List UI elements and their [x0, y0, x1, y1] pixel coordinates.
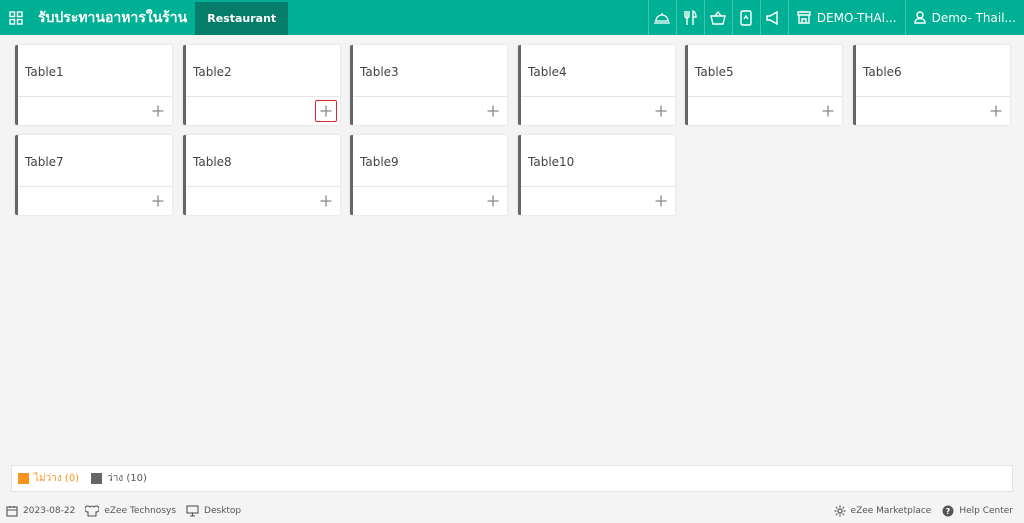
vacant-swatch	[91, 473, 103, 484]
add-order-button[interactable]	[482, 100, 504, 122]
user-menu[interactable]: Demo- Thail...	[904, 0, 1024, 35]
table-card[interactable]: Table10	[518, 135, 675, 215]
legend-occupied-label: ไม่ว่าง (0)	[34, 473, 80, 484]
table-name: Table9	[360, 155, 399, 169]
legend-occupied: ไม่ว่าง (0)	[18, 471, 79, 486]
plus-icon	[990, 105, 1002, 117]
table-name: Table7	[25, 155, 64, 169]
table-name: Table8	[193, 155, 232, 169]
monitor-icon	[186, 504, 199, 517]
card-divider	[521, 96, 675, 97]
marketplace-text: eZee Marketplace	[850, 505, 932, 516]
footer-bar: 2023-08-22 eZee Technosys Desktop eZee M…	[0, 498, 1024, 523]
add-order-button[interactable]	[147, 100, 169, 122]
add-order-button[interactable]	[650, 100, 672, 122]
table-card[interactable]: Table5	[685, 45, 842, 125]
table-name: Table1	[25, 65, 64, 79]
property-selector[interactable]: DEMO-THAI...	[787, 0, 905, 35]
add-order-button[interactable]	[315, 100, 337, 122]
table-name: Table10	[528, 155, 575, 169]
table-card[interactable]: Table8	[183, 135, 340, 215]
legend-vacant: ว่าง (10)	[91, 471, 147, 486]
plus-icon	[152, 105, 164, 117]
add-order-button[interactable]	[147, 190, 169, 212]
property-name: DEMO-THAI...	[816, 10, 897, 25]
help-text: Help Center	[959, 505, 1013, 516]
tab-restaurant[interactable]: Restaurant	[195, 2, 289, 35]
footer-right: eZee Marketplace ? Help Center	[828, 505, 1018, 517]
card-divider	[353, 96, 507, 97]
orders-button[interactable]	[703, 0, 732, 35]
legend-vacant-label: ว่าง (10)	[107, 473, 147, 484]
megaphone-icon	[766, 10, 779, 25]
footer-company: eZee Technosys	[85, 504, 177, 517]
chef-hat-icon	[85, 504, 100, 517]
help-center-link[interactable]: ? Help Center	[942, 505, 1013, 517]
dish-button[interactable]	[647, 0, 676, 35]
gear-icon	[834, 505, 846, 516]
card-divider	[186, 186, 340, 187]
table-card[interactable]: Table7	[15, 135, 172, 215]
card-divider	[18, 186, 172, 187]
dish-icon	[654, 12, 671, 24]
announcement-button[interactable]	[759, 0, 788, 35]
top-bar: รับประทานอาหารในร้าน Restaurant DEMO-THA…	[0, 0, 1024, 35]
plus-icon	[655, 105, 667, 117]
date-text: 2023-08-22	[23, 505, 76, 516]
add-order-button[interactable]	[985, 100, 1007, 122]
calendar-icon	[6, 505, 18, 517]
table-card[interactable]: Table4	[518, 45, 675, 125]
help-icon: ?	[942, 505, 954, 516]
mobile-order-icon	[740, 9, 753, 26]
table-card[interactable]: Table6	[853, 45, 1010, 125]
table-card[interactable]: Table1	[15, 45, 172, 125]
add-order-button[interactable]	[482, 190, 504, 212]
plus-icon	[822, 105, 834, 117]
plus-icon	[152, 195, 164, 207]
store-icon	[797, 11, 811, 24]
svg-text:?: ?	[946, 507, 951, 516]
table-name: Table5	[695, 65, 734, 79]
status-legend: ไม่ว่าง (0) ว่าง (10)	[11, 465, 1013, 492]
apps-menu-button[interactable]	[0, 0, 32, 35]
basket-icon	[710, 10, 727, 25]
page-title: รับประทานอาหารในร้าน	[38, 9, 188, 26]
menu-items-button[interactable]	[675, 0, 704, 35]
card-divider	[186, 96, 340, 97]
user-icon	[913, 11, 926, 24]
mobile-order-button[interactable]	[731, 0, 760, 35]
fork-knife-icon	[684, 9, 698, 25]
plus-icon	[487, 195, 499, 207]
marketplace-link[interactable]: eZee Marketplace	[834, 505, 932, 517]
occupied-swatch	[18, 473, 29, 484]
apps-grid-icon	[9, 10, 23, 25]
table-name: Table3	[360, 65, 399, 79]
card-divider	[688, 96, 842, 97]
card-divider	[521, 186, 675, 187]
footer-date: 2023-08-22	[6, 505, 75, 517]
card-divider	[353, 186, 507, 187]
company-text: eZee Technosys	[104, 505, 177, 516]
device-text: Desktop	[204, 505, 242, 516]
table-card[interactable]: Table3	[350, 45, 507, 125]
plus-icon	[320, 105, 332, 117]
card-divider	[18, 96, 172, 97]
user-name: Demo- Thail...	[931, 10, 1016, 25]
plus-icon	[655, 195, 667, 207]
plus-icon	[487, 105, 499, 117]
add-order-button[interactable]	[315, 190, 337, 212]
table-name: Table2	[193, 65, 232, 79]
table-card[interactable]: Table2	[183, 45, 340, 125]
plus-icon	[320, 195, 332, 207]
table-name: Table6	[863, 65, 902, 79]
add-order-button[interactable]	[817, 100, 839, 122]
card-divider	[856, 96, 1010, 97]
table-card[interactable]: Table9	[350, 135, 507, 215]
table-name: Table4	[528, 65, 567, 79]
footer-device: Desktop	[186, 504, 242, 517]
add-order-button[interactable]	[650, 190, 672, 212]
